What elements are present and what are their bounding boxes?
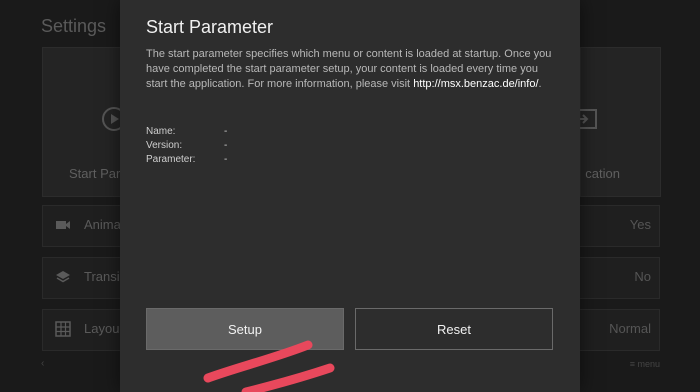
dialog-description: The start parameter specifies which menu…	[146, 47, 558, 92]
setup-button[interactable]: Setup	[146, 308, 344, 350]
setting-value: Yes	[629, 217, 651, 232]
menu-nav-indicator[interactable]: ≡ menu	[630, 359, 660, 369]
reset-button[interactable]: Reset	[355, 308, 553, 350]
description-period: .	[538, 78, 542, 90]
info-row-name: Name: -	[146, 125, 227, 139]
setting-value: Normal	[609, 321, 651, 336]
layers-icon	[55, 269, 71, 285]
info-key: Parameter:	[146, 154, 196, 165]
setting-label: Layou	[84, 321, 120, 336]
setting-value: No	[634, 269, 651, 284]
start-parameter-dialog: Start Parameter The start parameter spec…	[120, 0, 580, 392]
info-value: -	[224, 126, 228, 137]
parameter-info: Name: - Version: - Parameter: -	[146, 125, 227, 167]
start-parameter-tile[interactable]: Start Para	[42, 47, 128, 197]
page-title: Settings	[41, 16, 107, 36]
setting-label: Transi	[84, 269, 120, 284]
info-link[interactable]: http://msx.benzac.de/info/	[413, 78, 538, 90]
info-value: -	[224, 140, 228, 151]
info-value: -	[224, 154, 228, 165]
application-tile-label: cation	[585, 166, 620, 181]
application-tile[interactable]: cation	[575, 47, 661, 197]
start-parameter-tile-label: Start Para	[69, 166, 128, 181]
info-key: Version:	[146, 140, 183, 151]
grid-icon	[55, 321, 71, 337]
setting-label: Anima	[84, 217, 121, 232]
dialog-title: Start Parameter	[146, 17, 274, 37]
info-row-parameter: Parameter: -	[146, 153, 227, 167]
back-nav-indicator[interactable]: ‹	[41, 358, 44, 369]
info-key: Name:	[146, 126, 176, 137]
info-row-version: Version: -	[146, 139, 227, 153]
video-camera-icon	[55, 217, 71, 233]
